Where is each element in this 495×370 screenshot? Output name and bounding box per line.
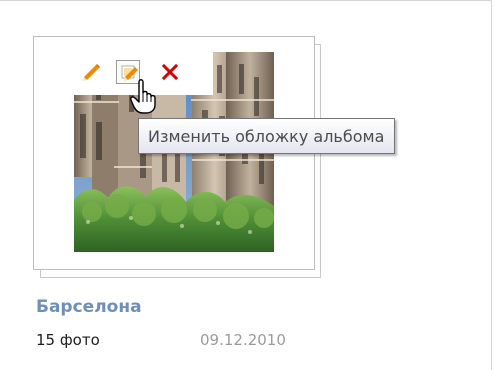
hand-cursor-icon — [130, 79, 156, 114]
album-card: Изменить обложку альбома Барселона 15 фо… — [0, 0, 495, 364]
photo-count: 15 фото — [36, 331, 100, 349]
change-cover-tooltip: Изменить обложку альбома — [138, 118, 396, 154]
close-icon[interactable] — [158, 60, 182, 84]
album-title[interactable]: Барселона — [36, 296, 142, 318]
pencil-icon[interactable] — [80, 60, 104, 84]
album-date: 09.12.2010 — [200, 331, 286, 349]
